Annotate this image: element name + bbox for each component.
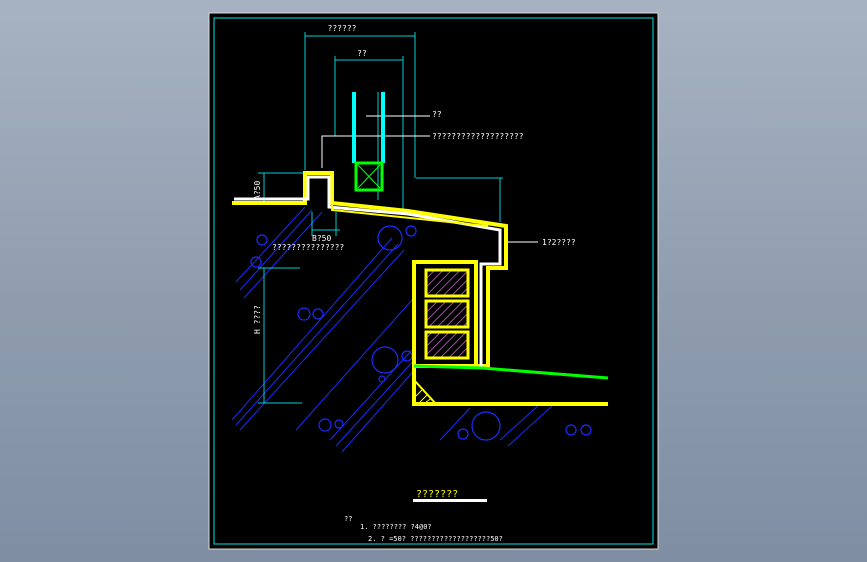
masonry-block — [424, 299, 470, 329]
dim-left-height-large: H ???? — [253, 305, 262, 334]
note-line-1: 1. ???????? ?4@0? — [360, 523, 432, 531]
note-under-curb: ??????????????? — [272, 243, 344, 252]
leader-label-right: 1?2???? — [542, 238, 576, 247]
notes-heading: ?? — [344, 515, 352, 523]
leader-label-2: ??????????????????? — [432, 132, 524, 141]
leader-label-1: ?? — [432, 110, 442, 119]
drawing-title: ??????? — [416, 489, 458, 500]
dim-left-height-small: A?50 — [253, 181, 262, 200]
dim-top-inner: ?? — [357, 49, 367, 58]
masonry-block — [424, 330, 470, 360]
masonry-block — [424, 268, 470, 298]
note-line-2: 2. ? =50? ???????????????????50? — [368, 535, 503, 543]
masonry-blocks — [424, 268, 470, 360]
dim-top-overall: ?????? — [328, 24, 357, 33]
dim-below-curb: B?50 — [312, 234, 331, 243]
cad-viewport: ?????? ?? ?? ??????????????????? B?50 ??… — [208, 12, 659, 550]
title-underline-bar — [413, 499, 487, 502]
